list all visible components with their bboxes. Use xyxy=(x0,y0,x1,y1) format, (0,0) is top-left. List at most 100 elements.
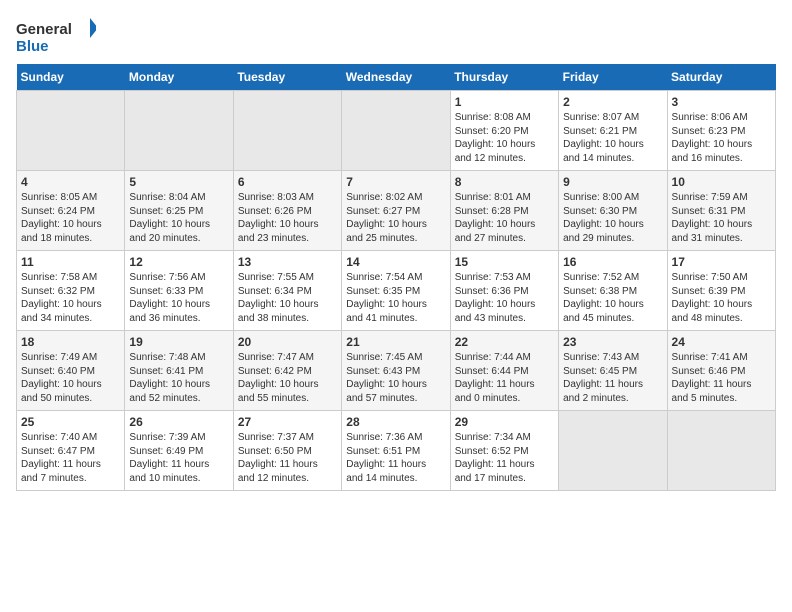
calendar-cell: 9 Sunrise: 8:00 AM Sunset: 6:30 PM Daylig… xyxy=(559,171,667,251)
day-number: 28 xyxy=(346,415,445,429)
day-number: 16 xyxy=(563,255,662,269)
calendar-cell: 8Sunrise: 8:01 AM Sunset: 6:28 PM Daylig… xyxy=(450,171,558,251)
day-info: Sunrise: 8:03 AM Sunset: 6:26 PM Dayligh… xyxy=(238,191,337,245)
column-header-saturday: Saturday xyxy=(667,64,775,91)
day-info: Sunrise: 7:54 AM Sunset: 6:35 PM Dayligh… xyxy=(346,271,445,325)
column-header-monday: Monday xyxy=(125,64,233,91)
day-info: Sunrise: 7:56 AM Sunset: 6:33 PM Dayligh… xyxy=(129,271,228,325)
calendar-cell: 21 Sunrise: 7:45 AM Sunset: 6:43 PM Dayli… xyxy=(342,331,450,411)
calendar-cell: 14 Sunrise: 7:54 AM Sunset: 6:35 PM Dayli… xyxy=(342,251,450,331)
calendar-cell: 6 Sunrise: 8:03 AM Sunset: 6:26 PM Daylig… xyxy=(233,171,341,251)
day-number: 22 xyxy=(455,335,554,349)
calendar-cell: 18 Sunrise: 7:49 AM Sunset: 6:40 PM Dayli… xyxy=(17,331,125,411)
day-number: 3 xyxy=(672,95,771,109)
day-info: Sunrise: 7:47 AM Sunset: 6:42 PM Dayligh… xyxy=(238,351,337,405)
day-info: Sunrise: 7:43 AM Sunset: 6:45 PM Dayligh… xyxy=(563,351,662,405)
day-info: Sunrise: 8:07 AM Sunset: 6:21 PM Dayligh… xyxy=(563,111,662,165)
day-number: 6 xyxy=(238,175,337,189)
day-number: 12 xyxy=(129,255,228,269)
day-info: Sunrise: 7:37 AM Sunset: 6:50 PM Dayligh… xyxy=(238,431,337,485)
day-number: 17 xyxy=(672,255,771,269)
calendar-cell xyxy=(342,91,450,171)
day-info: Sunrise: 8:04 AM Sunset: 6:25 PM Dayligh… xyxy=(129,191,228,245)
calendar-cell: 24 Sunrise: 7:41 AM Sunset: 6:46 PM Dayli… xyxy=(667,331,775,411)
day-number: 10 xyxy=(672,175,771,189)
day-info: Sunrise: 7:53 AM Sunset: 6:36 PM Dayligh… xyxy=(455,271,554,325)
day-number: 2 xyxy=(563,95,662,109)
day-info: Sunrise: 8:00 AM Sunset: 6:30 PM Dayligh… xyxy=(563,191,662,245)
day-info: Sunrise: 7:40 AM Sunset: 6:47 PM Dayligh… xyxy=(21,431,120,485)
day-number: 21 xyxy=(346,335,445,349)
page-header: General Blue xyxy=(16,16,776,56)
day-info: Sunrise: 7:41 AM Sunset: 6:46 PM Dayligh… xyxy=(672,351,771,405)
day-number: 14 xyxy=(346,255,445,269)
calendar-cell: 16Sunrise: 7:52 AM Sunset: 6:38 PM Dayli… xyxy=(559,251,667,331)
day-number: 20 xyxy=(238,335,337,349)
calendar-cell: 13Sunrise: 7:55 AM Sunset: 6:34 PM Dayli… xyxy=(233,251,341,331)
day-info: Sunrise: 7:50 AM Sunset: 6:39 PM Dayligh… xyxy=(672,271,771,325)
day-number: 19 xyxy=(129,335,228,349)
calendar-cell: 17 Sunrise: 7:50 AM Sunset: 6:39 PM Dayli… xyxy=(667,251,775,331)
logo: General Blue xyxy=(16,16,96,56)
calendar-cell: 4 Sunrise: 8:05 AM Sunset: 6:24 PM Daylig… xyxy=(17,171,125,251)
calendar-cell xyxy=(559,411,667,491)
calendar-cell: 26 Sunrise: 7:39 AM Sunset: 6:49 PM Dayli… xyxy=(125,411,233,491)
calendar-cell: 25 Sunrise: 7:40 AM Sunset: 6:47 PM Dayli… xyxy=(17,411,125,491)
calendar-cell xyxy=(233,91,341,171)
calendar-cell: 7 Sunrise: 8:02 AM Sunset: 6:27 PM Daylig… xyxy=(342,171,450,251)
day-number: 15 xyxy=(455,255,554,269)
day-number: 4 xyxy=(21,175,120,189)
calendar-cell: 5 Sunrise: 8:04 AM Sunset: 6:25 PM Daylig… xyxy=(125,171,233,251)
day-info: Sunrise: 7:48 AM Sunset: 6:41 PM Dayligh… xyxy=(129,351,228,405)
day-number: 9 xyxy=(563,175,662,189)
day-number: 7 xyxy=(346,175,445,189)
calendar-cell: 11 Sunrise: 7:58 AM Sunset: 6:32 PM Dayli… xyxy=(17,251,125,331)
calendar-cell: 15 Sunrise: 7:53 AM Sunset: 6:36 PM Dayli… xyxy=(450,251,558,331)
calendar-cell: 29 Sunrise: 7:34 AM Sunset: 6:52 PM Dayli… xyxy=(450,411,558,491)
day-number: 27 xyxy=(238,415,337,429)
calendar-cell: 1 Sunrise: 8:08 AM Sunset: 6:20 PM Daylig… xyxy=(450,91,558,171)
calendar-cell: 22 Sunrise: 7:44 AM Sunset: 6:44 PM Dayli… xyxy=(450,331,558,411)
calendar-cell: 12 Sunrise: 7:56 AM Sunset: 6:33 PM Dayli… xyxy=(125,251,233,331)
calendar-cell xyxy=(125,91,233,171)
day-info: Sunrise: 7:58 AM Sunset: 6:32 PM Dayligh… xyxy=(21,271,120,325)
day-info: Sunrise: 8:02 AM Sunset: 6:27 PM Dayligh… xyxy=(346,191,445,245)
day-number: 11 xyxy=(21,255,120,269)
day-info: Sunrise: 7:44 AM Sunset: 6:44 PM Dayligh… xyxy=(455,351,554,405)
day-info: Sunrise: 7:39 AM Sunset: 6:49 PM Dayligh… xyxy=(129,431,228,485)
day-info: Sunrise: 8:05 AM Sunset: 6:24 PM Dayligh… xyxy=(21,191,120,245)
column-header-friday: Friday xyxy=(559,64,667,91)
calendar-cell: 23 Sunrise: 7:43 AM Sunset: 6:45 PM Dayli… xyxy=(559,331,667,411)
day-number: 26 xyxy=(129,415,228,429)
day-number: 25 xyxy=(21,415,120,429)
calendar-cell xyxy=(17,91,125,171)
day-info: Sunrise: 7:49 AM Sunset: 6:40 PM Dayligh… xyxy=(21,351,120,405)
day-number: 13 xyxy=(238,255,337,269)
day-info: Sunrise: 8:06 AM Sunset: 6:23 PM Dayligh… xyxy=(672,111,771,165)
day-info: Sunrise: 7:34 AM Sunset: 6:52 PM Dayligh… xyxy=(455,431,554,485)
calendar-cell xyxy=(667,411,775,491)
column-header-sunday: Sunday xyxy=(17,64,125,91)
calendar-cell: 28Sunrise: 7:36 AM Sunset: 6:51 PM Dayli… xyxy=(342,411,450,491)
calendar-cell: 27 Sunrise: 7:37 AM Sunset: 6:50 PM Dayli… xyxy=(233,411,341,491)
column-header-wednesday: Wednesday xyxy=(342,64,450,91)
calendar-table: SundayMondayTuesdayWednesdayThursdayFrid… xyxy=(16,64,776,491)
calendar-cell: 20 Sunrise: 7:47 AM Sunset: 6:42 PM Dayli… xyxy=(233,331,341,411)
day-number: 18 xyxy=(21,335,120,349)
logo-svg: General Blue xyxy=(16,16,96,56)
svg-text:General: General xyxy=(16,21,72,38)
day-number: 5 xyxy=(129,175,228,189)
calendar-cell: 10Sunrise: 7:59 AM Sunset: 6:31 PM Dayli… xyxy=(667,171,775,251)
day-info: Sunrise: 8:01 AM Sunset: 6:28 PM Dayligh… xyxy=(455,191,554,245)
day-info: Sunrise: 8:08 AM Sunset: 6:20 PM Dayligh… xyxy=(455,111,554,165)
column-header-thursday: Thursday xyxy=(450,64,558,91)
day-number: 24 xyxy=(672,335,771,349)
calendar-cell: 19 Sunrise: 7:48 AM Sunset: 6:41 PM Dayli… xyxy=(125,331,233,411)
day-number: 29 xyxy=(455,415,554,429)
calendar-cell: 3 Sunrise: 8:06 AM Sunset: 6:23 PM Daylig… xyxy=(667,91,775,171)
day-number: 23 xyxy=(563,335,662,349)
day-info: Sunrise: 7:45 AM Sunset: 6:43 PM Dayligh… xyxy=(346,351,445,405)
svg-text:Blue: Blue xyxy=(16,38,49,55)
day-number: 1 xyxy=(455,95,554,109)
column-header-tuesday: Tuesday xyxy=(233,64,341,91)
